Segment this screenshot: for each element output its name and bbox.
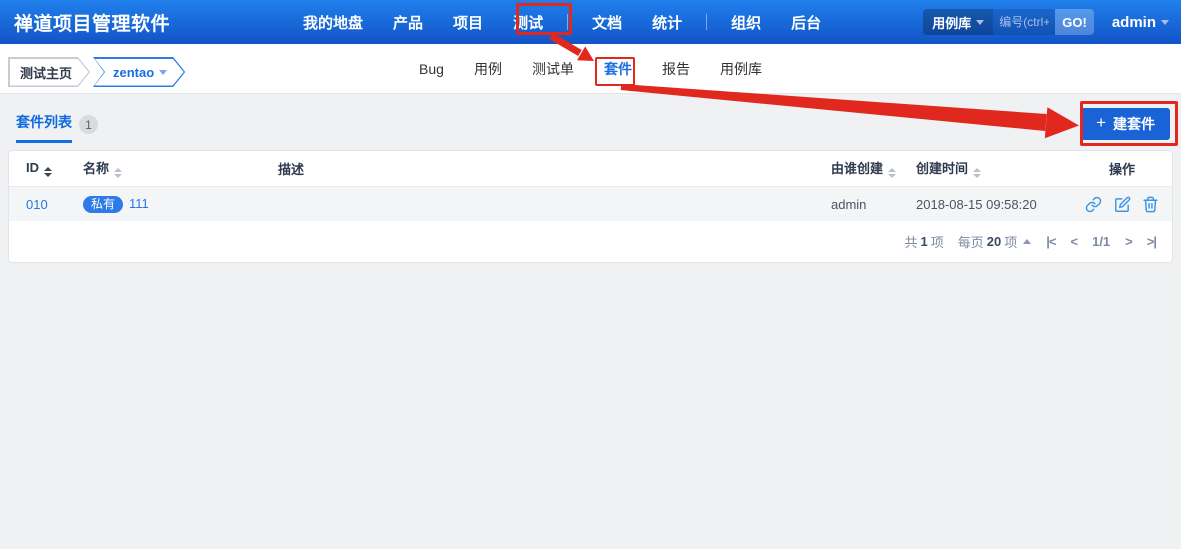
nav-item-org[interactable]: 组织 bbox=[716, 0, 776, 44]
user-name: admin bbox=[1111, 13, 1156, 31]
main-nav: 我的地盘 产品 项目 测试 文档 统计 组织 后台 bbox=[288, 0, 836, 44]
top-navbar: 禅道项目管理软件 我的地盘 产品 项目 测试 文档 统计 组织 后台 用例库 G… bbox=[0, 0, 1181, 44]
actions-cell bbox=[1072, 186, 1172, 223]
sort-icon bbox=[973, 168, 982, 179]
total-prefix: 共 bbox=[904, 235, 918, 250]
chevron-up-icon bbox=[1023, 239, 1032, 244]
col-header-label: ID bbox=[26, 159, 39, 175]
col-header-desc: 描述 bbox=[274, 151, 827, 187]
tab-testtask[interactable]: 测试单 bbox=[517, 59, 589, 79]
col-header-label: 由谁创建 bbox=[831, 161, 884, 177]
plus-icon: + bbox=[1096, 113, 1106, 132]
total-number: 1 bbox=[920, 234, 928, 249]
col-header-created[interactable]: 创建时间 bbox=[912, 151, 1072, 187]
quick-search: 用例库 GO! bbox=[923, 9, 1094, 35]
pagination-bar: 共1项 每页 20 项 |< < 1/1 > >| bbox=[9, 221, 1172, 262]
main-content: 套件列表 1 + 建套件 ID 名称 描述 由谁创建 创建时间 操作 010 私… bbox=[0, 95, 1181, 549]
user-menu[interactable]: admin bbox=[1112, 14, 1169, 31]
suite-name-link[interactable]: 111 bbox=[129, 196, 149, 211]
nav-item-admin-panel[interactable]: 后台 bbox=[776, 0, 836, 44]
suite-list-tab[interactable]: 套件列表 1 bbox=[16, 112, 98, 143]
col-header-label: 描述 bbox=[278, 161, 305, 177]
suite-id-link[interactable]: 010 bbox=[26, 197, 48, 212]
nav-item-doc[interactable]: 文档 bbox=[577, 0, 637, 44]
tab-suite[interactable]: 套件 bbox=[589, 59, 647, 79]
total-suffix: 项 bbox=[930, 235, 944, 250]
last-page-button[interactable]: >| bbox=[1147, 234, 1157, 249]
perpage-prefix: 每页 bbox=[957, 235, 984, 250]
perpage-suffix: 项 bbox=[1004, 235, 1018, 250]
search-input[interactable] bbox=[993, 9, 1056, 35]
prev-page-button[interactable]: < bbox=[1071, 234, 1079, 249]
chevron-down-icon bbox=[976, 19, 985, 25]
suite-table-card: ID 名称 描述 由谁创建 创建时间 操作 010 私有 111 admin 2… bbox=[8, 150, 1173, 263]
suite-desc-cell bbox=[274, 186, 827, 223]
per-page-selector[interactable]: 每页 20 项 bbox=[958, 232, 1032, 251]
nav-item-project[interactable]: 项目 bbox=[438, 0, 498, 44]
trash-icon[interactable] bbox=[1142, 196, 1159, 213]
col-header-name[interactable]: 名称 bbox=[79, 151, 274, 187]
sub-navbar: 测试主页 zentao Bug 用例 测试单 套件 报告 用例库 bbox=[0, 44, 1181, 94]
table-header-row: ID 名称 描述 由谁创建 创建时间 操作 bbox=[9, 151, 1172, 187]
total-count: 共1项 bbox=[905, 232, 944, 251]
topbar-right: 用例库 GO! admin bbox=[923, 9, 1169, 35]
suite-list-label: 套件列表 bbox=[16, 112, 72, 143]
first-page-button[interactable]: |< bbox=[1046, 234, 1056, 249]
nav-item-my-zone[interactable]: 我的地盘 bbox=[288, 0, 378, 44]
private-badge: 私有 bbox=[83, 195, 124, 213]
perpage-number: 20 bbox=[986, 234, 1002, 249]
tab-bug[interactable]: Bug bbox=[404, 61, 459, 77]
creator-cell: admin bbox=[827, 186, 912, 223]
page-indicator: 1/1 bbox=[1092, 234, 1111, 249]
sort-icon bbox=[114, 168, 123, 179]
edit-icon[interactable] bbox=[1114, 196, 1131, 213]
col-header-label: 操作 bbox=[1108, 161, 1135, 177]
nav-item-test[interactable]: 测试 bbox=[498, 0, 558, 44]
test-sub-tabs: Bug 用例 测试单 套件 报告 用例库 bbox=[0, 44, 1181, 94]
col-header-label: 名称 bbox=[83, 161, 110, 177]
suite-table: ID 名称 描述 由谁创建 创建时间 操作 010 私有 111 admin 2… bbox=[9, 151, 1172, 223]
tab-case[interactable]: 用例 bbox=[459, 59, 517, 79]
search-module-label: 用例库 bbox=[932, 15, 972, 31]
table-row: 010 私有 111 admin 2018-08-15 09:58:20 bbox=[9, 186, 1172, 223]
created-time-cell: 2018-08-15 09:58:20 bbox=[912, 186, 1072, 223]
col-header-actions: 操作 bbox=[1072, 151, 1172, 187]
app-title: 禅道项目管理软件 bbox=[14, 13, 171, 35]
sort-icon bbox=[888, 168, 897, 179]
link-icon[interactable] bbox=[1085, 196, 1102, 213]
col-header-id[interactable]: ID bbox=[9, 151, 79, 187]
create-suite-button[interactable]: + 建套件 bbox=[1081, 108, 1170, 140]
nav-item-product[interactable]: 产品 bbox=[378, 0, 438, 44]
col-header-creator[interactable]: 由谁创建 bbox=[827, 151, 912, 187]
tab-caselib[interactable]: 用例库 bbox=[705, 59, 777, 79]
nav-divider bbox=[567, 14, 569, 30]
chevron-down-icon bbox=[1161, 19, 1169, 25]
sort-icon bbox=[44, 166, 52, 177]
create-suite-label: 建套件 bbox=[1113, 116, 1155, 132]
go-button[interactable]: GO! bbox=[1055, 9, 1094, 35]
next-page-button[interactable]: > bbox=[1125, 234, 1133, 249]
nav-divider bbox=[706, 14, 708, 30]
col-header-label: 创建时间 bbox=[916, 161, 969, 177]
search-module-dropdown[interactable]: 用例库 bbox=[923, 9, 994, 35]
tab-report[interactable]: 报告 bbox=[647, 59, 705, 79]
nav-item-stats[interactable]: 统计 bbox=[637, 0, 697, 44]
count-badge: 1 bbox=[79, 115, 98, 134]
